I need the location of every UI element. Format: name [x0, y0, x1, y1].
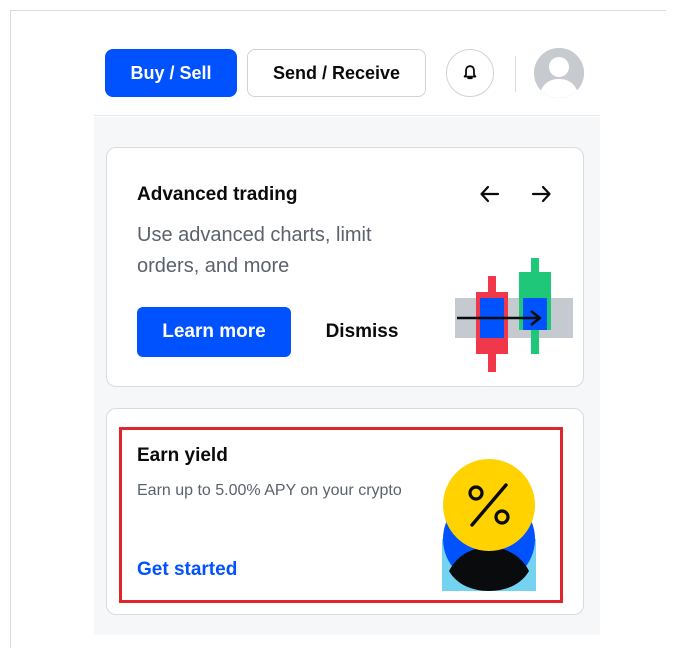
- previous-card-button[interactable]: [472, 176, 508, 212]
- buy-sell-button[interactable]: Buy / Sell: [105, 49, 237, 97]
- next-card-button[interactable]: [523, 176, 559, 212]
- send-receive-button[interactable]: Send / Receive: [247, 49, 426, 97]
- main-content: Advanced trading Use advanced charts, li…: [94, 117, 600, 635]
- arrow-left-icon: [480, 185, 500, 203]
- dismiss-button[interactable]: Dismiss: [312, 307, 412, 357]
- earn-yield-card: Earn yield Earn up to 5.00% APY on your …: [106, 408, 584, 615]
- get-started-link[interactable]: Get started: [137, 559, 237, 581]
- advanced-trading-description: Use advanced charts, limit orders, and m…: [137, 224, 372, 277]
- earn-yield-description: Earn up to 5.00% APY on your crypto: [137, 482, 402, 499]
- top-header: Buy / Sell Send / Receive: [94, 30, 600, 116]
- user-avatar[interactable]: [534, 48, 584, 98]
- header-divider: [515, 56, 516, 92]
- screenshot-frame-top: [10, 10, 666, 11]
- screenshot-frame-left: [10, 10, 11, 648]
- user-avatar-icon: [534, 48, 584, 98]
- candlestick-chart-illustration: [455, 258, 573, 372]
- bell-icon: [463, 65, 477, 80]
- percent-illustration: [442, 459, 536, 591]
- earn-yield-title: Earn yield: [137, 445, 228, 466]
- learn-more-button[interactable]: Learn more: [137, 307, 291, 357]
- advanced-trading-card: Advanced trading Use advanced charts, li…: [106, 147, 584, 387]
- advanced-trading-title: Advanced trading: [137, 184, 298, 205]
- arrow-right-icon: [531, 185, 551, 203]
- notifications-button[interactable]: [446, 49, 494, 97]
